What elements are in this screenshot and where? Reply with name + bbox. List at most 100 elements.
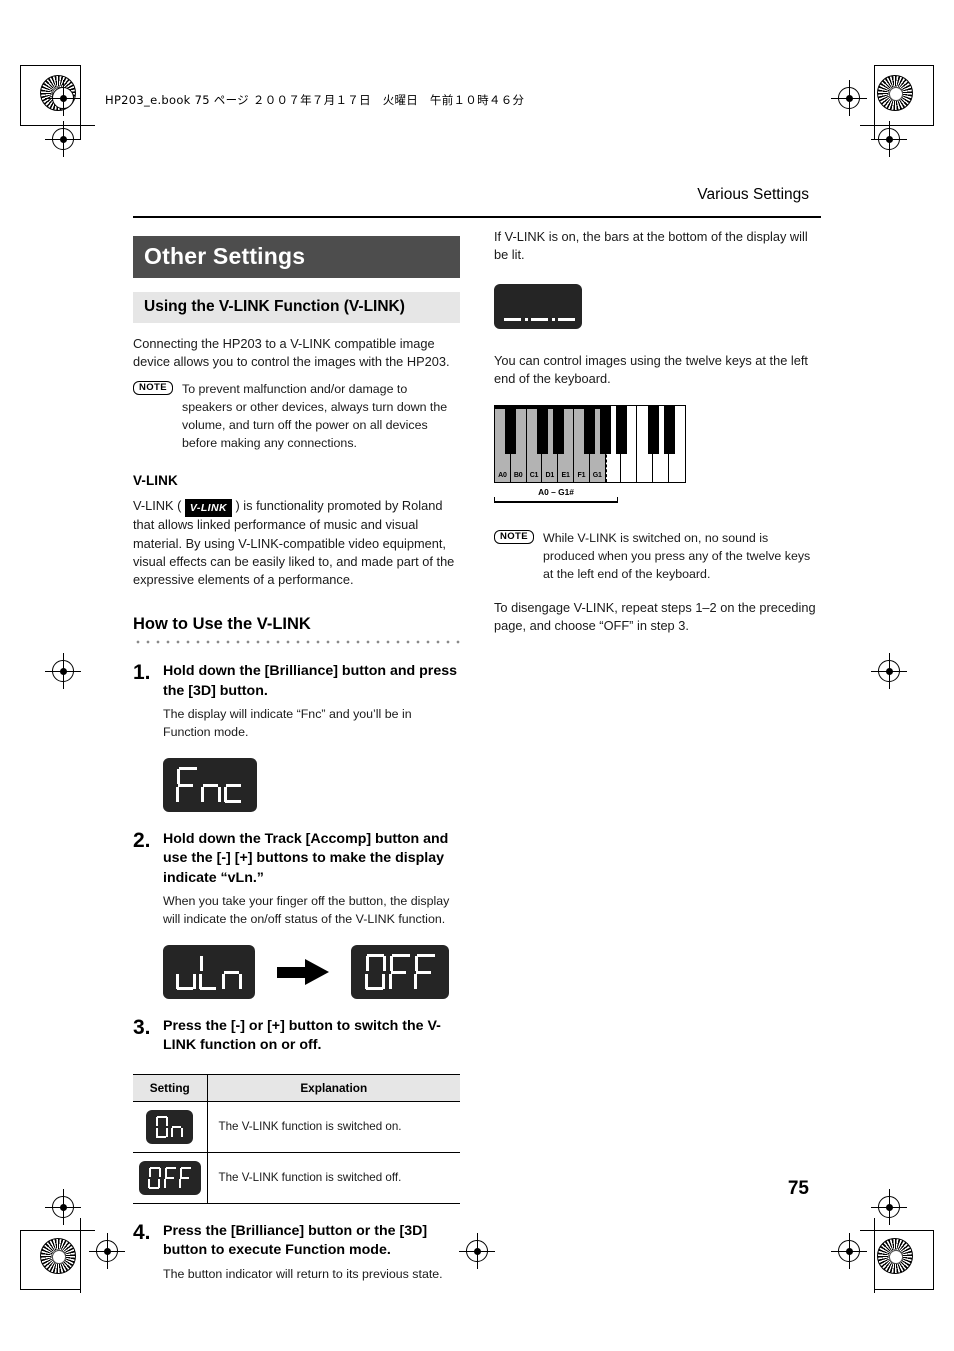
range-boundary-dashed-line [606,405,608,482]
black-key-c1-sharp [536,405,548,454]
bars-paragraph: If V-LINK is on, the bars at the bottom … [494,229,808,263]
crop-corner-bottom-left [20,1230,80,1290]
header-rule [133,216,821,219]
crop-line-br-v [874,1218,875,1293]
seg-glyph-L [199,954,219,990]
intro-paragraph: Connecting the HP203 to a V-LINK compati… [133,335,450,369]
howto-heading: How to Use the V-LINK [133,615,311,634]
seg-glyph-c [224,767,244,803]
step-4-number: 4. [133,1220,151,1244]
step-1-title: Hold down the [Brilliance] button and pr… [163,663,458,699]
note-text: To prevent malfunction and/or damage to … [182,382,448,451]
vlink-heading: V-LINK [133,472,178,488]
black-key-plain-3 [663,405,675,454]
lcd-fnc-segments [176,766,244,803]
crop-line-bl-v [80,1218,81,1293]
seg-glyph-n [201,767,221,803]
crop-line-tr-h [860,125,934,126]
lcd-display-off-small [138,1160,201,1195]
step-4-desc: The button indicator will return to its … [163,1266,443,1281]
explanation-cell-off: The V-LINK function is switched off. [207,1152,460,1204]
step-3-title: Press the [-] or [+] button to switch th… [163,1017,441,1054]
key-label-a0: A0 [498,471,507,479]
lcd-dot-1 [525,318,528,322]
arrow-right-icon [277,958,329,985]
seg-glyph-O-small2 [148,1166,162,1189]
left-column: Other Settings Using the V-LINK Function… [133,236,460,1283]
seg-glyph-F3 [414,953,436,990]
seg-glyph-F-small2 [178,1166,192,1189]
step-3-number: 3. [133,1015,151,1039]
running-head: Various Settings [697,186,809,203]
crop-line-tl-v [80,65,81,140]
note-badge: NOTE [494,529,534,544]
key-range-bracket: A0 – G1# [494,486,618,507]
seg-glyph-n2 [222,954,242,990]
lcd-bar-1 [504,318,521,322]
book-print-header: HP203_e.book 75 ページ ２００７年７月１７日 火曜日 午前１０時… [105,93,525,107]
lcd-display-off [351,944,449,999]
setting-cell-on [133,1101,208,1153]
seg-glyph-F-small [163,1166,177,1189]
table-row: The V-LINK function is switched on. [133,1101,460,1153]
seg-glyph-F2 [389,953,411,990]
seg-glyph-O [364,953,386,990]
lcd-off-small-segments [148,1166,192,1189]
black-key-d1-sharp [552,405,564,454]
crop-line-tl-h [20,125,95,126]
keyboard-keys: A0 B0 C1 D1 E1 F1 G1 [494,404,686,483]
key-label-b0: B0 [513,471,523,479]
lcd-transition-wrap [163,944,460,999]
seg-glyph-F [176,766,198,803]
crop-corner-top-right [874,65,934,125]
dotted-divider [133,640,460,645]
lcd-off-segments [364,953,436,990]
step-1-number: 1. [133,661,151,685]
right-column: If V-LINK is on, the bars at the bottom … [494,228,821,635]
vlink-logo: V-LINK [184,499,232,518]
step-4: 4. Press the [Brilliance] button or the … [133,1220,460,1284]
note-block-right: NOTE While V-LINK is switched on, no sou… [494,529,821,583]
black-key-plain-2 [647,405,659,454]
key-label-e1: E1 [561,471,570,479]
black-key-a0-sharp [505,405,516,454]
lcd-display-uln [163,944,255,999]
explanation-cell-on: The V-LINK function is switched on. [207,1101,460,1153]
step-2-number: 2. [133,828,151,852]
subsection-title: Using the V-LINK Function (V-LINK) [133,292,460,323]
lcd-dot-2 [552,318,555,322]
step-2: 2. Hold down the Track [Accomp] button a… [133,828,460,929]
lcd-display-bars [494,284,582,330]
note-block-left: NOTE To prevent malfunction and/or damag… [133,380,460,452]
table-header-row: Setting Explanation [133,1073,460,1102]
disengage-paragraph: To disengage V-LINK, repeat steps 1–2 on… [494,599,816,634]
key-label-f1: F1 [577,471,586,479]
setting-cell-off [133,1152,208,1204]
lcd-bar-2 [531,318,548,322]
key-range-label: A0 – G1# [494,486,618,497]
black-key-f1-sharp [584,405,595,454]
step-1-desc: The display will indicate “Fnc” and you’… [163,707,412,739]
seg-glyph-O-small [155,1115,169,1138]
lcd-display-fnc [163,757,257,812]
lcd-fnc-wrap [163,757,460,812]
note-badge: NOTE [133,381,173,396]
highlight-top-strip [495,405,606,409]
step-2-desc: When you take your finger off the button… [163,894,450,926]
lcd-uln-segments [176,954,242,990]
settings-table: Setting Explanation The V-LINK function … [133,1073,460,1204]
section-title: Other Settings [133,236,460,278]
keyboard-diagram: A0 B0 C1 D1 E1 F1 G1 A0 – G1# [494,404,690,507]
lcd-bars-wrap [494,284,821,334]
vlink-para-before: V-LINK ( [133,497,185,513]
note-text: While V-LINK is switched on, no sound is… [543,530,811,581]
table-header-explanation: Explanation [207,1073,460,1102]
step-2-title: Hold down the Track [Accomp] button and … [163,830,449,886]
lcd-display-on [146,1109,194,1144]
crop-line-br-h [860,1230,934,1231]
keys-paragraph: You can control images using the twelve … [494,353,808,387]
crop-corner-bottom-right [874,1230,934,1290]
seg-glyph-n-small [171,1116,184,1138]
crop-line-tr-v [874,65,875,140]
lcd-on-segments [155,1115,184,1138]
